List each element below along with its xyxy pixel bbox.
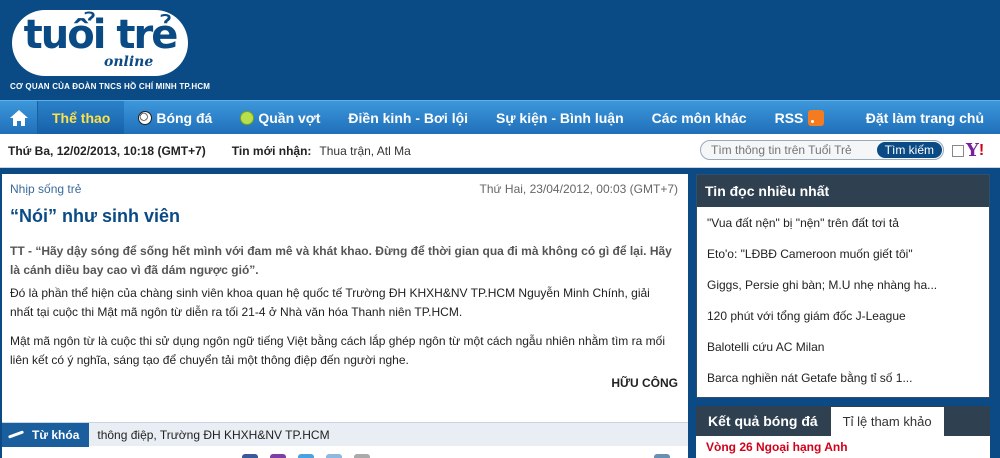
nav-item-cac-mon-khac[interactable]: Các môn khác <box>638 101 761 135</box>
yahoo-icon: Y <box>966 140 979 161</box>
set-homepage-link[interactable]: Đặt làm trang chủ <box>866 110 1000 126</box>
logo-subtitle: CƠ QUAN CỦA ĐOÀN TNCS HỒ CHÍ MINH TP.HCM <box>10 82 211 91</box>
facebook-icon[interactable] <box>242 454 258 458</box>
nav-item-the-thao[interactable]: Thể thao <box>38 100 125 135</box>
scores-box: Kết quả bóng đá Tỉ lệ tham khảo Vòng 26 … <box>696 406 990 458</box>
nav-label: Thể thao <box>52 109 111 126</box>
main-nav: Thể thao Bóng đá Quần vợt Điền kinh - Bơ… <box>0 100 1000 135</box>
email-icon[interactable] <box>354 454 370 458</box>
latest-news-label: Tin mới nhận: <box>231 143 312 158</box>
search-input[interactable] <box>701 141 871 159</box>
current-date: Thứ Ba, 12/02/2013, 10:18 (GMT+7) <box>8 143 206 158</box>
tab-ti-le-tham-khao[interactable]: Tỉ lệ tham khảo <box>829 406 945 436</box>
soccer-ball-icon <box>138 110 153 125</box>
yahoo-widget: Y! <box>952 142 984 160</box>
nav-label: Các môn khác <box>651 109 747 126</box>
pen-icon <box>7 430 25 439</box>
most-read-title: Tin đọc nhiều nhất <box>697 175 989 207</box>
most-read-item[interactable]: "Vua đất nện" bị "nện" trên đất tơi tả <box>697 207 989 238</box>
most-read-item[interactable]: 120 phút với tổng giám đốc J-League <box>697 300 989 331</box>
article-section-link[interactable]: Nhịp sống trẻ <box>10 182 81 196</box>
nav-item-dien-kinh[interactable]: Điền kinh - Bơi lội <box>334 101 482 135</box>
nav-item-su-kien[interactable]: Sự kiện - Bình luận <box>482 101 638 135</box>
share-row <box>2 448 688 458</box>
search-box: Tìm kiếm <box>700 140 944 160</box>
nav-label: Quần vợt <box>258 109 321 126</box>
keywords-list[interactable]: thông điệp, Trường ĐH KHXH&NV TP.HCM <box>97 428 329 442</box>
logo-online: online <box>104 54 154 70</box>
share-icon[interactable] <box>326 454 342 458</box>
scores-tabs: Kết quả bóng đá Tỉ lệ tham khảo <box>696 406 990 436</box>
most-read-item[interactable]: Eto'o: "LĐBĐ Cameroon muốn giết tôi" <box>697 238 989 269</box>
nav-label: RSS <box>774 109 804 126</box>
yahoo-icon-mark: ! <box>978 142 985 159</box>
nav-label: Điền kinh - Bơi lội <box>348 109 469 126</box>
keywords-label: Từ khóa <box>2 422 90 447</box>
site-logo[interactable]: tuổi trẻ online CƠ QUAN CỦA ĐOÀN TNCS HỒ… <box>8 8 210 92</box>
latest-news-ticker[interactable]: Thua trận, Atl Ma <box>319 144 410 158</box>
article-author: HỮU CÔNG <box>611 376 678 390</box>
nav-item-rss[interactable]: RSS <box>761 101 839 135</box>
most-read-item[interactable]: Balotelli cứu AC Milan <box>697 331 989 362</box>
article-paragraph: Đó là phần thể hiện của chàng sinh viên … <box>10 286 650 319</box>
home-button[interactable] <box>0 100 38 135</box>
article-title: “Nói” như sinh viên <box>10 206 181 226</box>
tab-ket-qua-bong-da[interactable]: Kết quả bóng đá <box>696 406 830 436</box>
keywords-bar: Từ khóa thông điệp, Trường ĐH KHXH&NV TP… <box>2 422 688 447</box>
logo-text: tuổi trẻ <box>23 12 179 58</box>
article: Nhịp sống trẻ Thứ Hai, 23/04/2012, 00:03… <box>2 174 688 458</box>
home-icon <box>9 109 28 126</box>
twitter-icon[interactable] <box>298 454 314 458</box>
search-button[interactable]: Tìm kiếm <box>876 142 942 158</box>
tennis-ball-icon <box>240 110 255 125</box>
rss-icon <box>808 109 825 126</box>
site-header: tuổi trẻ online CƠ QUAN CỦA ĐOÀN TNCS HỒ… <box>0 0 1000 100</box>
nav-label: Bóng đá <box>156 109 213 126</box>
most-read-list: "Vua đất nện" bị "nện" trên đất tơi tả E… <box>697 207 989 393</box>
info-bar: Thứ Ba, 12/02/2013, 10:18 (GMT+7) Tin mớ… <box>0 134 1000 168</box>
scores-round-heading[interactable]: Vòng 26 Ngoại hạng Anh <box>696 436 990 458</box>
most-read-item[interactable]: Giggs, Persie ghi bàn; M.U nhẹ nhàng ha.… <box>697 269 989 300</box>
article-lead: TT - “Hãy dậy sóng để sống hết mình với … <box>10 244 672 277</box>
nav-item-bong-da[interactable]: Bóng đá <box>124 101 226 135</box>
yahoo-checkbox[interactable] <box>952 145 964 157</box>
article-date: Thứ Hai, 23/04/2012, 00:03 (GMT+7) <box>479 182 678 196</box>
keywords-label-text: Từ khóa <box>32 427 80 442</box>
nav-item-quan-vot[interactable]: Quần vợt <box>226 101 334 135</box>
share-icon[interactable] <box>270 454 286 458</box>
print-icon[interactable] <box>654 454 670 458</box>
most-read-item[interactable]: Barca nghiền nát Getafe bằng tỉ số 1... <box>697 362 989 393</box>
most-read-box: Tin đọc nhiều nhất "Vua đất nện" bị "nện… <box>696 174 990 398</box>
article-paragraph: Mật mã ngôn từ là cuộc thi sử dụng ngôn … <box>10 334 665 367</box>
nav-label: Sự kiện - Bình luận <box>496 109 624 126</box>
